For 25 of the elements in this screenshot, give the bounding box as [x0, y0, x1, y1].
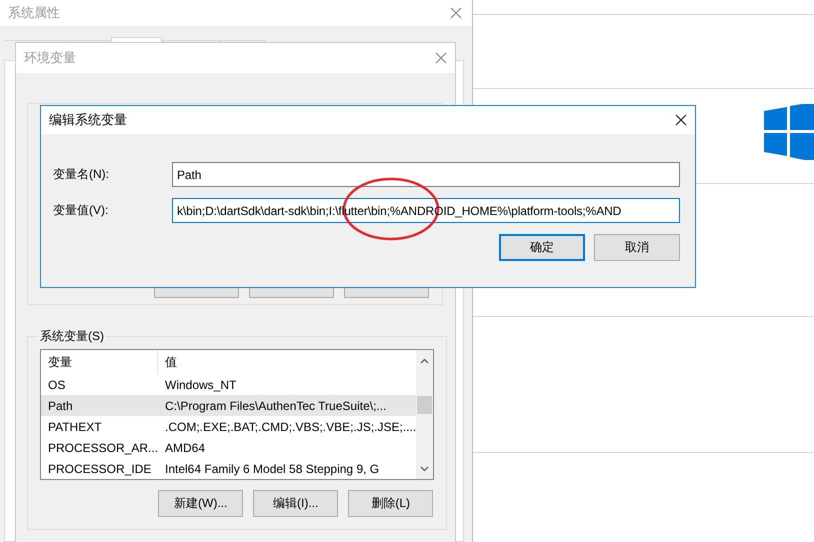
group-label: 系统变量(S) — [39, 328, 105, 345]
window-title: 环境变量 — [24, 49, 76, 67]
scroll-thumb[interactable] — [417, 396, 432, 414]
column-header[interactable]: 变量 — [41, 350, 158, 374]
window-title: 系统属性 — [8, 4, 60, 22]
field-label: 变量值(V): — [53, 202, 110, 219]
push-button[interactable]: 删除(L) — [348, 490, 434, 517]
push-button[interactable]: 编辑(I)... — [253, 490, 338, 517]
close-icon[interactable] — [675, 114, 687, 126]
list-row[interactable]: PROCESSOR_AR... AMD64 — [41, 437, 416, 458]
list-row[interactable]: PATHEXT .COM;.EXE;.BAT;.CMD;.VBS;.VBE;.JS;.JSE;.... — [41, 416, 416, 437]
column-header[interactable]: 值 — [158, 350, 177, 374]
push-button[interactable]: 新建(W)... — [158, 490, 244, 517]
list-row[interactable]: PROCESSOR_IDE Intel64 Family 6 Model 58 Stepping 9, G — [41, 458, 416, 479]
scroll-down-icon[interactable] — [420, 466, 430, 472]
list-row[interactable]: OS Windows_NT — [41, 374, 416, 395]
windows-logo-icon — [764, 104, 814, 160]
input-field[interactable]: Path — [172, 162, 680, 187]
field-label: 变量名(N): — [53, 166, 110, 183]
scrollbar[interactable] — [416, 350, 434, 479]
scroll-up-icon[interactable] — [420, 358, 430, 364]
dialog-title: 编辑系统变量 — [49, 111, 127, 129]
list-row[interactable]: Path C:\Program Files\AuthenTec TrueSuite\;... — [41, 395, 416, 416]
push-button[interactable]: 取消 — [594, 234, 680, 261]
push-button[interactable]: 确定 — [499, 234, 585, 261]
